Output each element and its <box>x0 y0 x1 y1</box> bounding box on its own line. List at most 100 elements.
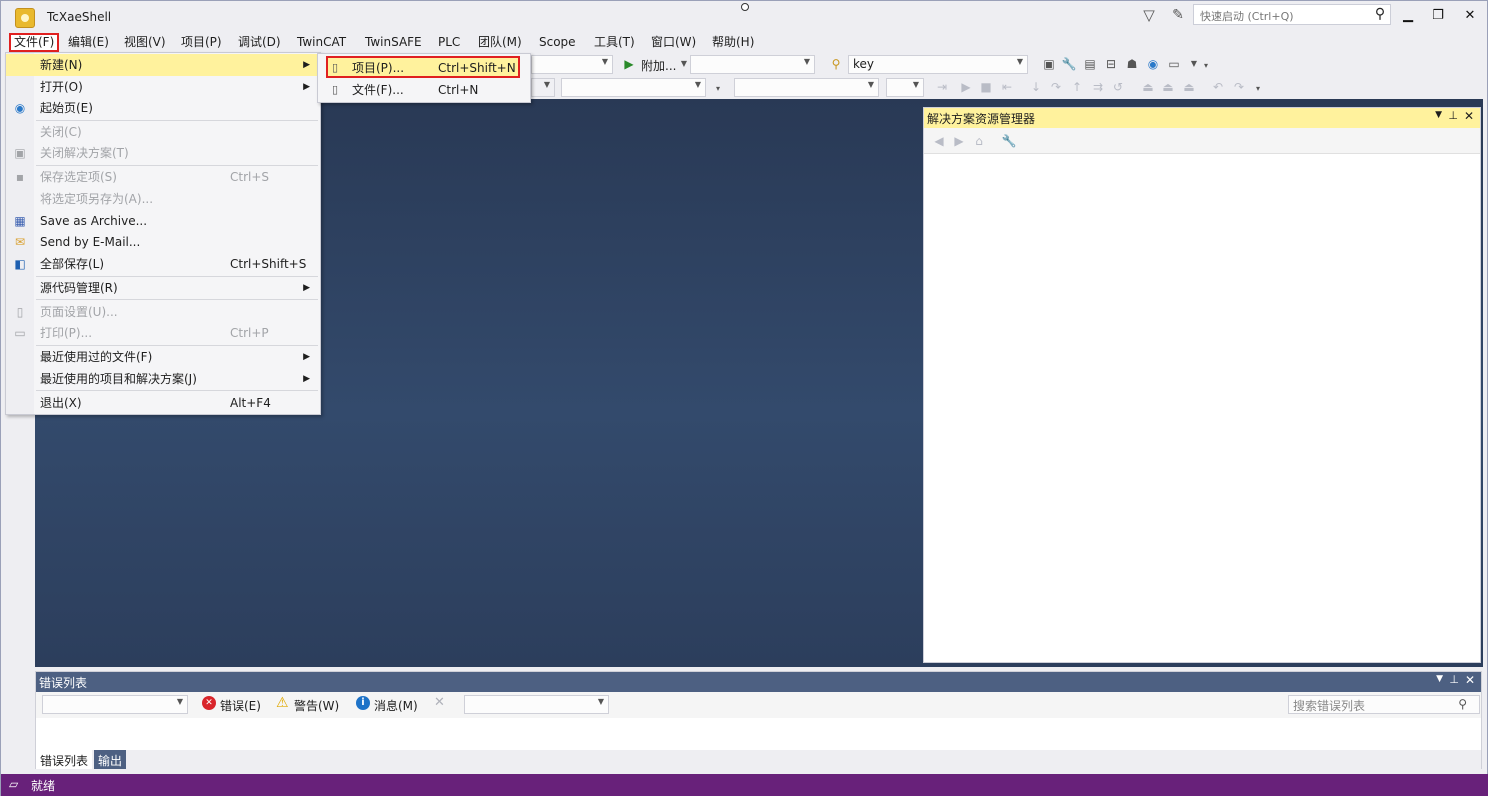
panel-close-icon[interactable]: ✕ <box>1464 109 1474 123</box>
redo-icon[interactable]: ↷ <box>1230 78 1248 96</box>
minimize-button[interactable]: ▁ <box>1395 5 1421 25</box>
menu-twincat[interactable]: TwinCAT <box>292 33 351 52</box>
menu-item-new-project[interactable]: ▯ 项目(P)... Ctrl+Shift+N <box>318 57 530 79</box>
plc-project-combo[interactable]: ▼ <box>561 78 706 97</box>
menu-item-recent-files[interactable]: 最近使用过的文件(F) ▶ <box>6 346 320 368</box>
port-combo[interactable]: ▼ <box>886 78 924 97</box>
run-icon[interactable]: ▶ <box>957 78 975 96</box>
toolbox-icon[interactable]: ⊟ <box>1102 55 1120 73</box>
menu-project[interactable]: 项目(P) <box>176 33 227 52</box>
menu-edit[interactable]: 编辑(E) <box>63 33 114 52</box>
back-icon[interactable]: ◀ <box>930 132 948 150</box>
write-values-icon[interactable]: ⏏ <box>1139 78 1157 96</box>
panel-close-icon[interactable]: ✕ <box>1465 673 1475 687</box>
build-source-combo[interactable]: ▼ <box>464 695 609 714</box>
menu-item-recent-projects[interactable]: 最近使用的项目和解决方案(J) ▶ <box>6 368 320 390</box>
search-icon[interactable]: ⚲ <box>1371 5 1389 23</box>
menu-help[interactable]: 帮助(H) <box>707 33 759 52</box>
show-next-icon[interactable]: ⇉ <box>1089 78 1107 96</box>
home-icon[interactable]: ⌂ <box>970 132 988 150</box>
panel-menu-icon[interactable]: ▼ <box>1435 110 1442 120</box>
toolbar-overflow-icon[interactable]: ▾ <box>1197 57 1215 75</box>
toolbar-overflow-icon[interactable]: ▾ <box>1249 80 1267 98</box>
logout-icon[interactable]: ⇤ <box>998 78 1016 96</box>
start-icon[interactable]: ▶ <box>620 55 638 73</box>
warnings-filter-button[interactable]: 警告(W) <box>294 697 339 714</box>
quick-launch-input[interactable]: 快速启动 (Ctrl+Q) <box>1193 4 1391 25</box>
submenu-arrow-icon: ▶ <box>303 352 310 362</box>
feedback-icon[interactable]: ✎ <box>1169 6 1187 24</box>
menu-item-save-archive[interactable]: ▦ Save as Archive... <box>6 210 320 232</box>
stop-icon[interactable]: ■ <box>977 78 995 96</box>
restore-button[interactable]: ❐ <box>1425 5 1451 25</box>
menu-item-start-page[interactable]: ◉ 起始页(E) <box>6 97 320 119</box>
menu-item-new-file[interactable]: ▯ 文件(F)... Ctrl+N <box>318 79 530 101</box>
menu-file[interactable]: 文件(F) <box>9 33 60 52</box>
menu-item-exit[interactable]: 退出(X) Alt+F4 <box>6 392 320 414</box>
scope-combo[interactable]: ▼ <box>42 695 188 714</box>
force-values-icon[interactable]: ⏏ <box>1159 78 1177 96</box>
menu-item-new[interactable]: 新建(N) ▶ <box>6 54 320 76</box>
search-combo[interactable]: key ▼ <box>848 55 1028 74</box>
command-window-icon[interactable]: ▭ <box>1165 55 1183 73</box>
menu-item-close[interactable]: 关闭(C) <box>6 121 320 143</box>
archive-icon: ▦ <box>14 214 26 228</box>
menu-scope[interactable]: Scope <box>534 33 581 52</box>
platform-combo[interactable]: ▼ <box>531 78 555 97</box>
search-combo-value: key <box>853 57 875 71</box>
close-solution-icon: ▣ <box>14 146 26 160</box>
menu-debug[interactable]: 调试(D) <box>233 33 286 52</box>
menu-tools[interactable]: 工具(T) <box>589 33 640 52</box>
notification-filter-icon[interactable]: ▽ <box>1140 6 1158 24</box>
release-force-icon[interactable]: ⏏ <box>1180 78 1198 96</box>
clear-filter-icon[interactable]: ✕ <box>434 695 445 710</box>
menu-twinsafe[interactable]: TwinSAFE <box>360 33 427 52</box>
start-page-icon[interactable]: ◉ <box>1144 55 1162 73</box>
target-combo[interactable]: ▼ <box>690 55 815 74</box>
config-combo[interactable]: ▼ <box>531 55 613 74</box>
panel-menu-icon[interactable]: ▼ <box>1436 674 1443 684</box>
tab-output[interactable]: 输出 <box>94 750 127 769</box>
step-over-icon[interactable]: ↷ <box>1047 78 1065 96</box>
menu-window[interactable]: 窗口(W) <box>646 33 701 52</box>
error-list-title: 错误列表 <box>39 676 88 690</box>
toolbar-overflow-icon[interactable]: ▾ <box>709 80 727 98</box>
menu-team[interactable]: 团队(M) <box>473 33 527 52</box>
step-into-icon[interactable]: ↓ <box>1027 78 1045 96</box>
menu-item-page-setup[interactable]: ▯ 页面设置(U)... <box>6 301 320 323</box>
error-icon: ✕ <box>202 696 216 710</box>
messages-filter-button[interactable]: 消息(M) <box>374 697 418 714</box>
pin-icon[interactable]: ⊥ <box>1448 109 1458 122</box>
forward-icon[interactable]: ▶ <box>950 132 968 150</box>
errors-filter-button[interactable]: 错误(E) <box>220 697 261 714</box>
save-all-icon: ◧ <box>14 257 26 271</box>
close-button[interactable]: ✕ <box>1457 5 1483 25</box>
menu-item-send-email[interactable]: ✉ Send by E-Mail... <box>6 231 320 253</box>
menu-item-print[interactable]: ▭ 打印(P)... Ctrl+P <box>6 322 320 344</box>
properties-icon[interactable]: ▤ <box>1081 55 1099 73</box>
menu-item-open[interactable]: 打开(O) ▶ <box>6 76 320 98</box>
find-icon[interactable]: ⚲ <box>827 55 845 73</box>
menu-item-close-solution[interactable]: ▣ 关闭解决方案(T) <box>6 142 320 164</box>
tab-error-list[interactable]: 错误列表 <box>36 750 93 769</box>
login-icon[interactable]: ⇥ <box>933 78 951 96</box>
attach-button[interactable]: 附加... <box>641 57 676 74</box>
menu-plc[interactable]: PLC <box>433 33 465 52</box>
menu-item-save-all[interactable]: ◧ 全部保存(L) Ctrl+Shift+S <box>6 253 320 275</box>
menu-item-source-control[interactable]: 源代码管理(R) ▶ <box>6 277 320 299</box>
wrench-icon[interactable]: 🔧 <box>1000 132 1018 150</box>
pin-icon[interactable]: ⊥ <box>1449 673 1459 686</box>
step-out-icon[interactable]: ↑ <box>1068 78 1086 96</box>
menu-bar: 文件(F) 编辑(E) 视图(V) 项目(P) 调试(D) TwinCAT Tw… <box>1 31 1487 53</box>
menu-item-save-as[interactable]: 将选定项另存为(A)... <box>6 188 320 210</box>
wrench-icon[interactable]: 🔧 <box>1060 55 1078 73</box>
task-combo[interactable]: ▼ <box>734 78 879 97</box>
error-search-input[interactable]: 搜索错误列表 ⚲ <box>1288 695 1480 714</box>
solution-explorer-icon[interactable]: ▣ <box>1040 55 1058 73</box>
menu-item-save-selected[interactable]: ▪ 保存选定项(S) Ctrl+S <box>6 166 320 188</box>
reset-icon[interactable]: ↺ <box>1109 78 1127 96</box>
team-icon[interactable]: ☗ <box>1123 55 1141 73</box>
undo-icon[interactable]: ↶ <box>1209 78 1227 96</box>
menu-view[interactable]: 视图(V) <box>119 33 171 52</box>
warning-icon: ⚠ <box>276 695 289 711</box>
